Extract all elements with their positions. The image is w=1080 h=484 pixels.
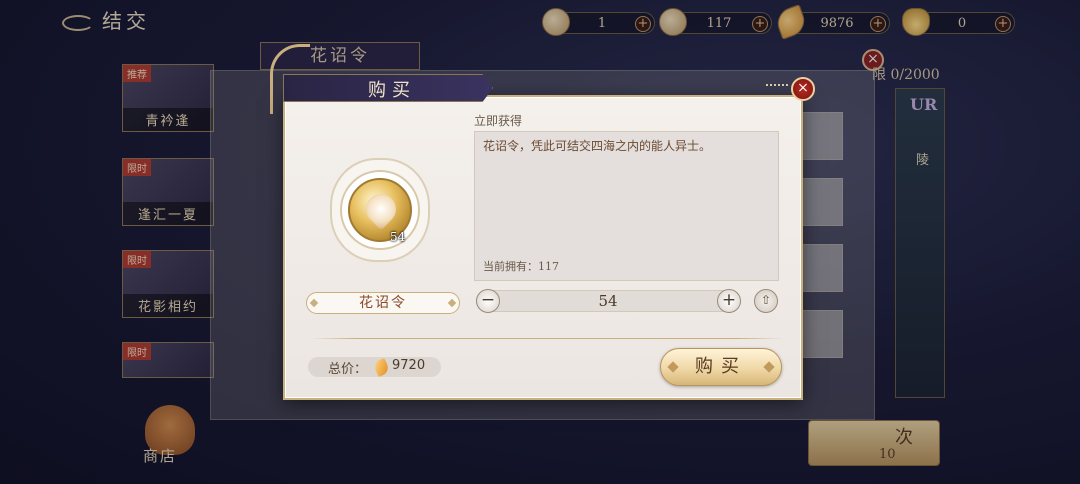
quantity-input[interactable]: 54 xyxy=(560,292,656,310)
dialog-title-tab: 购买 xyxy=(283,74,493,102)
owned-count: 当前拥有：117 xyxy=(483,260,559,273)
flower-icon xyxy=(359,187,403,231)
close-icon[interactable]: × xyxy=(791,77,815,101)
gain-label: 立即获得 xyxy=(474,114,523,128)
divider xyxy=(310,338,784,339)
leaf-currency-icon xyxy=(372,357,391,378)
total-value: 9720 xyxy=(392,358,426,373)
dots-decoration xyxy=(766,84,788,87)
item-description: 花诏令，凭此可结交四海之内的能人异士。 xyxy=(483,139,712,153)
item-display: 54 xyxy=(322,150,438,270)
description-box: 花诏令，凭此可结交四海之内的能人异士。 当前拥有：117 xyxy=(474,131,779,281)
total-price: 总价： 9720 xyxy=(308,357,441,378)
buy-button[interactable]: 购买 xyxy=(660,348,782,386)
total-label: 总价： xyxy=(328,362,368,377)
item-name: 花诏令 xyxy=(306,292,460,314)
dialog-title: 购买 xyxy=(368,80,416,101)
plus-button[interactable]: + xyxy=(717,289,741,313)
minus-button[interactable]: − xyxy=(476,289,500,313)
max-icon[interactable]: ⇧ xyxy=(754,289,778,313)
item-quantity: 54 xyxy=(390,230,406,244)
